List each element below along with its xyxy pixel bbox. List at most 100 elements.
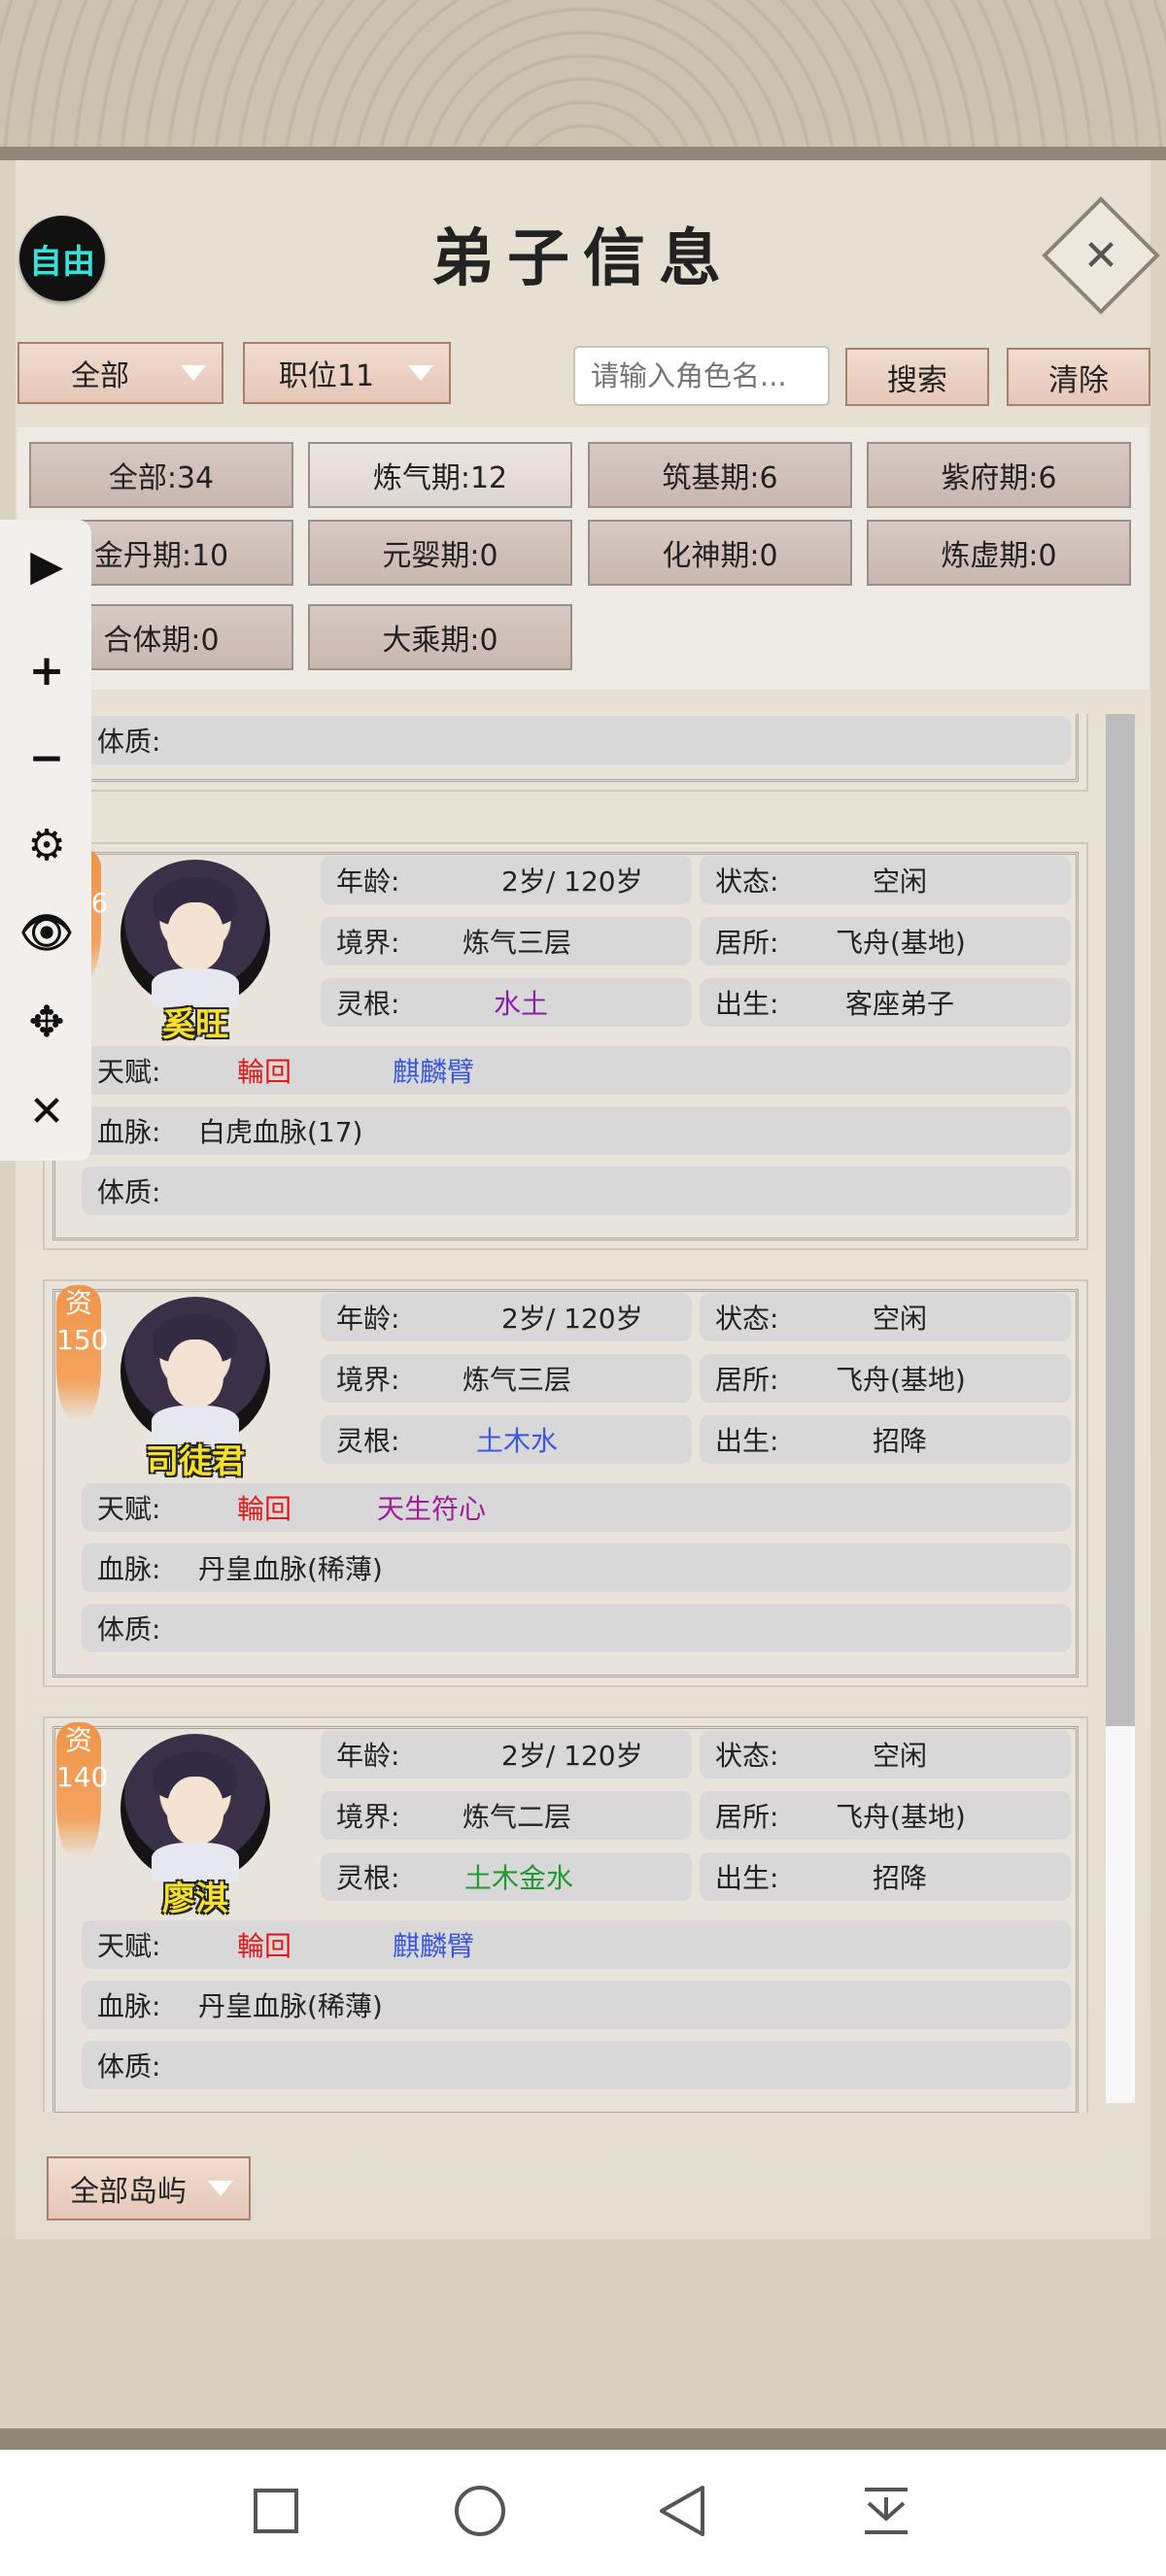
realm-field: 境界: 炼气三层	[321, 1354, 692, 1403]
residence-field: 居所: 飞舟(基地)	[700, 1791, 1071, 1840]
root-value: 水土	[494, 988, 549, 1020]
disciple-card[interactable]: 资 140 廖淇 年龄: 2岁/ 120岁 状态: 空闲 境界: 炼气二层 居所: 飞舟(…	[43, 1716, 1088, 2113]
chevron-down-icon	[181, 365, 206, 381]
filter-qi-refining[interactable]: 炼气期:12	[308, 442, 572, 508]
physique-field: 体质:	[82, 1604, 1071, 1652]
physique-field: 体质:	[82, 1167, 1071, 1215]
root-value: 土木水	[476, 1425, 559, 1457]
physique-field: 体质:	[82, 716, 1071, 764]
age-value: 2岁/ 120岁	[501, 1303, 643, 1335]
residence-field: 居所: 飞舟(基地)	[700, 917, 1071, 966]
notification-pull-icon[interactable]	[847, 2477, 925, 2545]
island-dropdown[interactable]: 全部岛屿	[47, 2156, 251, 2220]
talent-1[interactable]: 輪回	[237, 1051, 292, 1090]
status-label: 状态:	[715, 1303, 779, 1335]
island-dropdown-label: 全部岛屿	[70, 2175, 187, 2209]
home-icon[interactable]	[441, 2477, 519, 2545]
disciple-card-partial[interactable]: 体质:	[43, 714, 1088, 792]
system-navigation-bar	[0, 2450, 1166, 2576]
disciple-name[interactable]: 司徒君	[132, 1435, 258, 1482]
recent-apps-icon[interactable]	[237, 2477, 315, 2545]
residence-field: 居所: 飞舟(基地)	[700, 1354, 1071, 1403]
root-field: 灵根: 土木水	[321, 1415, 692, 1464]
close-icon[interactable]: ✕	[1059, 214, 1143, 297]
root-label: 灵根:	[336, 1862, 400, 1894]
talent-field: 天赋: 輪回 麒麟臂	[82, 1046, 1071, 1095]
panel-background-lower	[0, 2239, 1166, 2433]
plus-icon[interactable]: +	[19, 643, 74, 697]
realm-label: 境界:	[336, 1801, 400, 1833]
chevron-down-icon	[408, 365, 433, 381]
search-button[interactable]: 搜索	[845, 348, 989, 406]
close-icon[interactable]: ✕	[19, 1084, 74, 1138]
residence-label: 居所:	[715, 1364, 779, 1396]
talent-1[interactable]: 輪回	[237, 1488, 292, 1527]
talent-label: 天赋:	[97, 1056, 161, 1088]
category-dropdown[interactable]: 全部	[17, 342, 223, 404]
bloodline-value: 丹皇血脉(稀薄)	[198, 1553, 383, 1585]
avatar	[120, 860, 270, 1009]
physique-field: 体质:	[82, 2041, 1071, 2089]
bloodline-field: 血脉: 丹皇血脉(稀薄)	[82, 1543, 1071, 1592]
clear-button[interactable]: 清除	[1007, 348, 1150, 406]
list-scrollbar-thumb[interactable]	[1106, 714, 1135, 1726]
filter-purple-mansion[interactable]: 紫府期:6	[867, 442, 1131, 508]
age-value: 2岁/ 120岁	[501, 865, 643, 898]
status-value: 空闲	[873, 1303, 928, 1335]
talent-2[interactable]: 天生符心	[377, 1488, 486, 1527]
origin-field: 出生: 招降	[700, 1852, 1071, 1901]
disciple-name[interactable]: 奚旺	[132, 998, 258, 1045]
realm-label: 境界:	[336, 1364, 400, 1396]
gear-icon[interactable]: ⚙	[19, 818, 74, 872]
physique-label: 体质:	[97, 1176, 161, 1208]
root-value: 土木金水	[464, 1862, 574, 1894]
bloodline-label: 血脉:	[97, 1990, 161, 2022]
aptitude-value: 150	[56, 1324, 109, 1356]
talent-field: 天赋: 輪回 天生符心	[82, 1483, 1071, 1532]
physique-label: 体质:	[97, 1613, 161, 1645]
back-icon[interactable]	[643, 2477, 721, 2545]
realm-field: 境界: 炼气三层	[321, 917, 692, 966]
filter-spirit-severing[interactable]: 化神期:0	[588, 520, 852, 586]
disciple-list[interactable]: 体质: 资206 奚旺 年龄:2岁/ 120岁 状态:空闲 境界:炼气三层 居所…	[39, 714, 1090, 2113]
talent-2[interactable]: 麒麟臂	[393, 1925, 474, 1964]
filter-all[interactable]: 全部:34	[29, 442, 293, 508]
origin-value: 招降	[873, 1862, 928, 1894]
origin-label: 出生:	[715, 1862, 779, 1894]
root-label: 灵根:	[336, 1425, 400, 1457]
realm-field: 境界: 炼气二层	[321, 1791, 692, 1840]
page-title: 弟子信息	[431, 222, 735, 295]
filter-nascent-soul[interactable]: 元婴期:0	[308, 520, 572, 586]
search-input[interactable]	[573, 346, 830, 406]
filter-mahayana[interactable]: 大乘期:0	[308, 604, 572, 670]
residence-value: 飞舟(基地)	[836, 927, 966, 959]
root-field: 灵根: 土木金水	[321, 1852, 692, 1901]
bloodline-field: 血脉: 丹皇血脉(稀薄)	[82, 1981, 1071, 2029]
disciple-card[interactable]: 资206 奚旺 年龄:2岁/ 120岁 状态:空闲 境界:炼气三层 居所:飞舟(…	[43, 842, 1088, 1250]
status-field: 状态: 空闲	[700, 856, 1071, 904]
talent-1[interactable]: 輪回	[237, 1925, 292, 1964]
realm-value: 炼气二层	[463, 1801, 572, 1833]
disciple-name[interactable]: 廖淇	[132, 1872, 258, 1919]
bloodline-value: 白虎血脉(17)	[198, 1116, 363, 1148]
decorative-bottom-border	[0, 2428, 1166, 2450]
play-icon[interactable]: ▶	[19, 538, 74, 593]
realm-value: 炼气三层	[463, 927, 572, 959]
age-field: 年龄: 2岁/ 120岁	[321, 1293, 692, 1341]
talent-2[interactable]: 麒麟臂	[393, 1051, 474, 1090]
age-value: 2岁/ 120岁	[501, 1740, 643, 1772]
aptitude-label: 资	[64, 1724, 92, 1756]
filter-foundation[interactable]: 筑基期:6	[588, 442, 852, 508]
minus-icon[interactable]: −	[19, 730, 74, 785]
residence-label: 居所:	[715, 1801, 779, 1833]
position-dropdown[interactable]: 职位11	[243, 342, 451, 404]
age-field: 年龄: 2岁/ 120岁	[321, 856, 692, 904]
eye-icon[interactable]: 👁	[19, 905, 74, 960]
bloodline-field: 血脉: 白虎血脉(17)	[82, 1106, 1071, 1155]
filter-void-refining[interactable]: 炼虚期:0	[867, 520, 1131, 586]
disciple-card[interactable]: 资 150 司徒君 年龄: 2岁/ 120岁 状态: 空闲 境界: 炼气三层 居所: 飞舟…	[43, 1279, 1088, 1687]
root-label: 灵根:	[336, 988, 400, 1020]
age-field: 年龄: 2岁/ 120岁	[321, 1730, 692, 1779]
talent-label: 天赋:	[97, 1493, 161, 1525]
move-icon[interactable]: ✥	[19, 995, 74, 1049]
